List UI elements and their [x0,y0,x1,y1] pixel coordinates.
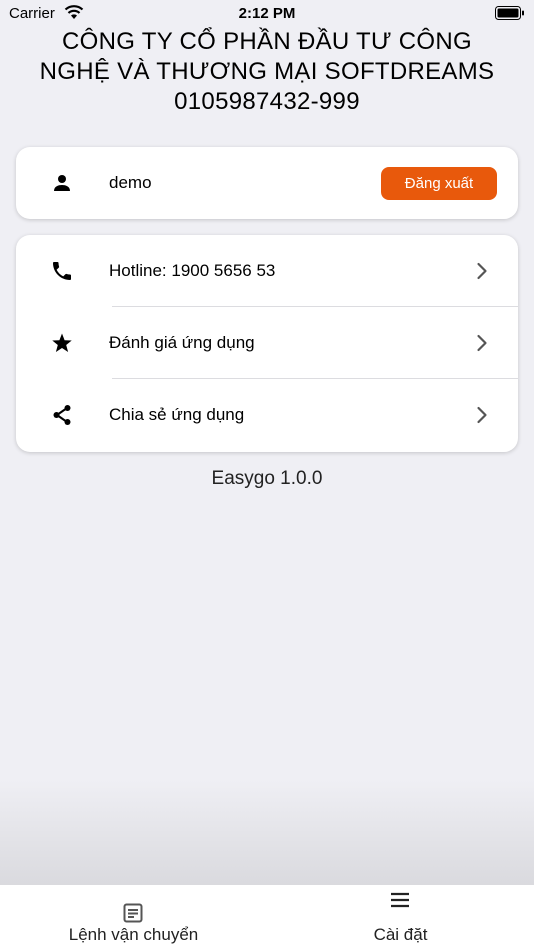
user-card: demo Đăng xuất [16,147,518,219]
settings-menu-card: Hotline: 1900 5656 53 Đánh giá ứng dụng … [16,235,518,452]
battery-icon [495,6,524,20]
menu-item-label: Hotline: 1900 5656 53 [109,261,276,280]
chevron-right-icon [477,334,487,352]
username: demo [109,173,152,192]
tab-label: Cài đặt [373,925,428,944]
company-name-line-2: NGHỆ VÀ THƯƠNG MẠI SOFTDREAMS [39,58,495,85]
status-bar: Carrier 2:12 PM [0,0,534,28]
chevron-right-icon [477,406,487,424]
star-icon [52,333,72,352]
menu-item-share-app[interactable]: Chia sẻ ứng dụng [16,379,518,451]
person-icon [54,175,70,191]
tab-settings[interactable]: Cài đặt [267,885,534,950]
document-icon [123,903,143,923]
tab-bar: Lệnh vận chuyển Cài đặt [0,885,534,950]
tab-bar-shadow [0,780,534,886]
company-tax-code: 0105987432-999 [174,88,360,115]
share-icon [53,405,71,425]
company-name-line-1: CÔNG TY CỔ PHẦN ĐẦU TƯ CÔNG [62,28,472,55]
company-header: CÔNG TY CỔ PHẦN ĐẦU TƯ CÔNG NGHỆ VÀ THƯƠ… [0,27,534,117]
menu-item-label: Chia sẻ ứng dụng [109,405,245,424]
tab-transport-orders[interactable]: Lệnh vận chuyển [0,885,267,950]
menu-item-label: Đánh giá ứng dụng [109,333,255,352]
chevron-right-icon [477,262,487,280]
status-time: 2:12 PM [238,5,296,22]
menu-item-rate-app[interactable]: Đánh giá ứng dụng [16,307,518,379]
menu-item-hotline[interactable]: Hotline: 1900 5656 53 [16,235,518,307]
app-version: Easygo 1.0.0 [211,468,323,489]
tab-label: Lệnh vận chuyển [68,925,199,944]
menu-icon [391,892,409,908]
phone-icon [53,262,71,280]
logout-button[interactable]: Đăng xuất [381,167,497,200]
